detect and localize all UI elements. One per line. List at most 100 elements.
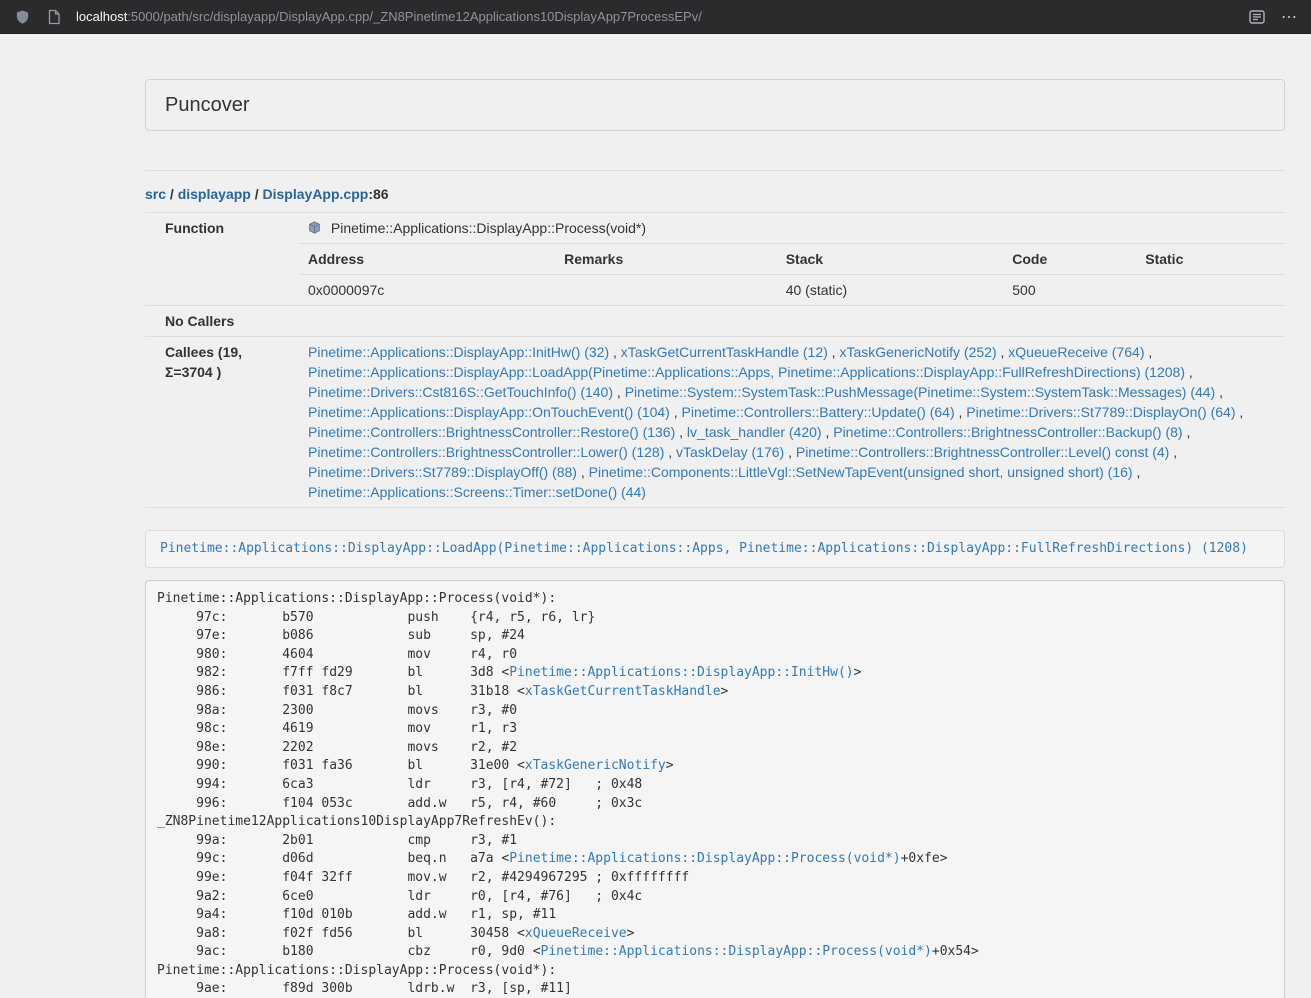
callee-separator: ,	[1185, 364, 1193, 380]
breadcrumb-separator: /	[251, 186, 263, 202]
disassembly: Pinetime::Applications::DisplayApp::Proc…	[145, 580, 1285, 998]
metrics-table: AddressRemarksStackCodeStatic 0x0000097c…	[300, 244, 1285, 305]
code-text: 99a: 2b01 cmp r3, #1	[157, 833, 517, 848]
highlighted-symbol-link[interactable]: Pinetime::Applications::DisplayApp::Load…	[160, 541, 1248, 556]
code-text: +0xfe>	[901, 851, 948, 866]
callees-label: Callees (19, Σ=3704 )	[145, 337, 300, 508]
no-callers-cell	[300, 306, 1285, 337]
callee-link[interactable]: Pinetime::Controllers::BrightnessControl…	[308, 424, 675, 440]
function-row-label: Function	[145, 213, 300, 306]
code-text: _ZN8Pinetime12Applications10DisplayApp7R…	[157, 814, 556, 829]
code-symbol-link[interactable]: Pinetime::Applications::DisplayApp::Init…	[509, 665, 853, 680]
callee-link[interactable]: Pinetime::Controllers::BrightnessControl…	[308, 444, 664, 460]
address-value: 0x0000097c	[300, 275, 556, 306]
callee-separator: ,	[675, 424, 687, 440]
callee-link[interactable]: Pinetime::Drivers::St7789::DisplayOff() …	[308, 464, 577, 480]
callee-link[interactable]: xTaskGetCurrentTaskHandle (12)	[621, 344, 828, 360]
callee-link[interactable]: Pinetime::Applications::DisplayApp::OnTo…	[308, 404, 670, 420]
code-text: 99c: d06d beq.n a7a <	[157, 851, 509, 866]
metrics-header: Stack	[778, 244, 1005, 275]
callee-separator: ,	[1169, 444, 1177, 460]
metrics-header-row: AddressRemarksStackCodeStatic	[300, 244, 1285, 275]
breadcrumb-link[interactable]: src	[145, 186, 166, 202]
callee-link[interactable]: Pinetime::Controllers::BrightnessControl…	[833, 424, 1182, 440]
code-symbol-link[interactable]: Pinetime::Applications::DisplayApp::Proc…	[541, 944, 932, 959]
code-text: 980: 4604 mov r4, r0	[157, 647, 517, 662]
page-info-icon[interactable]	[42, 5, 66, 29]
metrics-header: Code	[1004, 244, 1137, 275]
code-text: Pinetime::Applications::DisplayApp::Proc…	[157, 591, 556, 606]
highlighted-symbol-well: Pinetime::Applications::DisplayApp::Load…	[145, 530, 1285, 568]
code-text: >	[854, 665, 862, 680]
divider	[145, 170, 1285, 171]
code-symbol-link[interactable]: xTaskGenericNotify	[525, 758, 666, 773]
callee-link[interactable]: xQueueReceive (764)	[1008, 344, 1144, 360]
code-value: 500	[1004, 275, 1137, 306]
code-text: 97c: b570 push {r4, r5, r6, lr}	[157, 610, 595, 625]
code-symbol-link[interactable]: Pinetime::Applications::DisplayApp::Proc…	[509, 851, 900, 866]
breadcrumb-line-number: :86	[368, 186, 388, 202]
callee-link[interactable]: Pinetime::Controllers::Battery::Update()…	[682, 404, 955, 420]
callee-separator: ,	[828, 344, 840, 360]
callee-separator: ,	[997, 344, 1009, 360]
callee-link[interactable]: Pinetime::Drivers::Cst816S::GetTouchInfo…	[308, 384, 613, 400]
code-text: 994: 6ca3 ldr r3, [r4, #72] ; 0x48	[157, 777, 642, 792]
callee-separator: ,	[784, 444, 796, 460]
function-cell: Pinetime::Applications::DisplayApp::Proc…	[300, 213, 1285, 244]
callee-link[interactable]: vTaskDelay (176)	[676, 444, 784, 460]
code-text: Pinetime::Applications::DisplayApp::Proc…	[157, 963, 556, 978]
callee-link[interactable]: Pinetime::Components::LittleVgl::SetNewT…	[589, 464, 1133, 480]
code-symbol-link[interactable]: xQueueReceive	[525, 926, 627, 941]
overflow-menu-icon[interactable]: ⋯	[1277, 5, 1301, 29]
code-text: 98a: 2300 movs r3, #0	[157, 703, 517, 718]
callee-separator: ,	[1144, 344, 1152, 360]
callee-link[interactable]: Pinetime::Controllers::BrightnessControl…	[796, 444, 1169, 460]
callee-link[interactable]: lv_task_handler (420)	[687, 424, 822, 440]
shield-icon[interactable]	[10, 5, 34, 29]
callee-separator: ,	[613, 384, 625, 400]
breadcrumb-link[interactable]: DisplayApp.cpp	[263, 186, 369, 202]
callee-separator: ,	[1133, 464, 1141, 480]
remarks-value	[556, 275, 778, 306]
stack-value: 40 (static)	[778, 275, 1005, 306]
no-callers-row: No Callers	[145, 306, 1285, 337]
callee-separator: ,	[1215, 384, 1223, 400]
url-bar[interactable]: localhost:5000/path/src/displayapp/Displ…	[74, 9, 1237, 24]
callee-link[interactable]: Pinetime::Applications::DisplayApp::Init…	[308, 344, 609, 360]
code-text: 9ac: b180 cbz r0, 9d0 <	[157, 944, 541, 959]
callee-separator: ,	[822, 424, 834, 440]
code-text: 9ae: f89d 300b ldrb.w r3, [sp, #11]	[157, 981, 572, 996]
reader-mode-icon[interactable]	[1245, 5, 1269, 29]
code-text: 98c: 4619 mov r1, r3	[157, 721, 517, 736]
callee-link[interactable]: Pinetime::Drivers::St7789::DisplayOn() (…	[966, 404, 1235, 420]
static-value	[1137, 275, 1285, 306]
callee-separator: ,	[609, 344, 621, 360]
callee-separator: ,	[1236, 404, 1244, 420]
breadcrumb-link[interactable]: displayapp	[178, 186, 251, 202]
code-text: 9a8: f02f fd56 bl 30458 <	[157, 926, 525, 941]
callee-link[interactable]: xTaskGenericNotify (252)	[839, 344, 996, 360]
no-callers-label: No Callers	[145, 306, 300, 337]
url-path: :5000/path/src/displayapp/DisplayApp.cpp…	[127, 9, 702, 24]
code-text: 9a2: 6ce0 ldr r0, [r4, #76] ; 0x4c	[157, 889, 642, 904]
callee-separator: ,	[1183, 424, 1191, 440]
code-text: 97e: b086 sub sp, #24	[157, 628, 525, 643]
metrics-header: Static	[1137, 244, 1285, 275]
metrics-header: Address	[300, 244, 556, 275]
callee-link[interactable]: Pinetime::Applications::DisplayApp::Load…	[308, 364, 1185, 380]
app-title: Puncover	[165, 94, 250, 116]
code-text: >	[627, 926, 635, 941]
breadcrumb-separator: /	[166, 186, 178, 202]
code-symbol-link[interactable]: xTaskGetCurrentTaskHandle	[525, 684, 721, 699]
function-row: Function Pinetime::Applications::Display…	[145, 213, 1285, 244]
code-text: 98e: 2202 movs r2, #2	[157, 740, 517, 755]
browser-toolbar: localhost:5000/path/src/displayapp/Displ…	[0, 0, 1311, 34]
metrics-header: Remarks	[556, 244, 778, 275]
callee-link[interactable]: Pinetime::System::SystemTask::PushMessag…	[625, 384, 1216, 400]
callee-link[interactable]: Pinetime::Applications::Screens::Timer::…	[308, 484, 646, 500]
page-content: Puncover src / displayapp / DisplayApp.c…	[145, 79, 1285, 998]
breadcrumb: src / displayapp / DisplayApp.cpp:86	[145, 184, 1285, 204]
app-header-panel: Puncover	[145, 79, 1285, 131]
function-icon	[308, 219, 321, 232]
callees-row: Callees (19, Σ=3704 ) Pinetime::Applicat…	[145, 337, 1285, 508]
